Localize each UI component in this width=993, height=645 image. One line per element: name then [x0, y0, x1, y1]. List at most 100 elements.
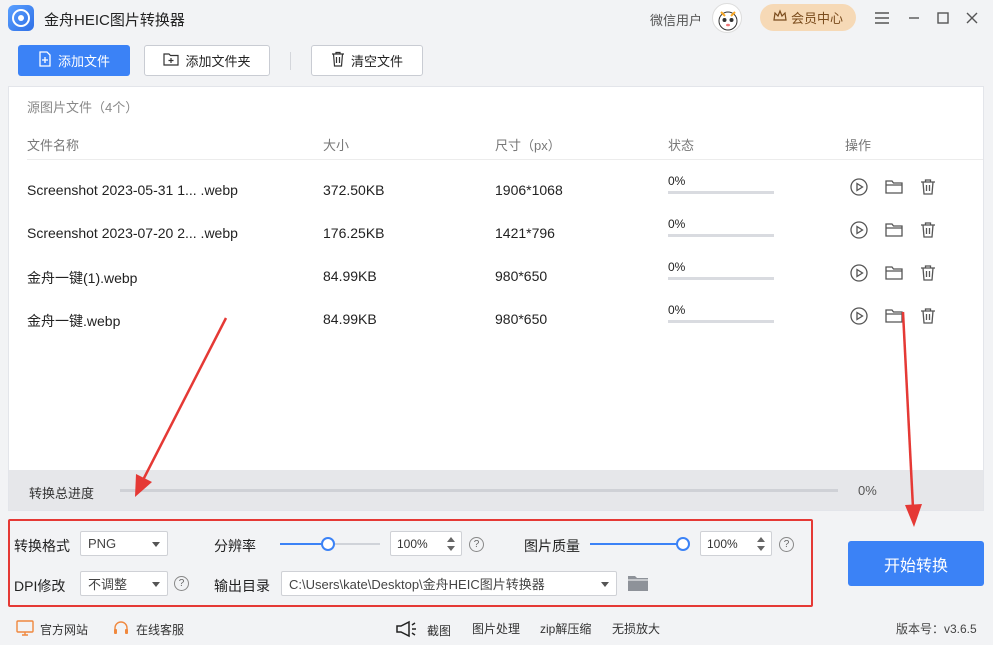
app-title: 金舟HEIC图片转换器: [44, 12, 185, 29]
play-icon[interactable]: [849, 263, 869, 283]
delete-icon[interactable]: [918, 220, 938, 240]
online-support-link[interactable]: 在线客服: [112, 620, 184, 639]
clear-files-button[interactable]: 清空文件: [311, 45, 423, 76]
file-progress-bar: [668, 234, 774, 237]
vip-center-button[interactable]: 会员中心: [760, 4, 856, 31]
output-dir-select[interactable]: C:\Users\kate\Desktop\金舟HEIC图片转换器: [281, 571, 617, 596]
decrement-icon[interactable]: [757, 546, 765, 551]
file-dimensions: 1421*796: [495, 225, 555, 241]
folder-icon[interactable]: [884, 306, 904, 326]
lossless-upscale-link[interactable]: 无损放大: [612, 620, 660, 637]
megaphone-icon: [395, 620, 417, 641]
increment-icon[interactable]: [757, 537, 765, 542]
quality-stepper[interactable]: 100%: [700, 531, 772, 556]
file-name: 金舟一键.webp: [27, 313, 121, 329]
folder-icon[interactable]: [884, 220, 904, 240]
header-divider: [27, 159, 983, 160]
table-row: 金舟一键.webp 84.99KB 980*650 0%: [9, 299, 985, 342]
quality-slider-handle[interactable]: [676, 537, 690, 551]
add-folder-icon: [163, 52, 180, 69]
format-value: PNG: [88, 536, 117, 551]
screenshot-label: 截图: [427, 624, 452, 638]
user-name[interactable]: 微信用户: [650, 10, 702, 29]
decrement-icon[interactable]: [447, 546, 455, 551]
menu-icon[interactable]: [872, 8, 892, 28]
browse-folder-icon[interactable]: [627, 573, 649, 593]
trash-icon: [331, 51, 345, 70]
file-progress-bar: [668, 277, 774, 280]
add-file-icon: [38, 51, 52, 70]
headset-icon: [112, 620, 130, 639]
chevron-down-icon: [601, 582, 609, 587]
file-progress-bar: [668, 320, 774, 323]
format-select[interactable]: PNG: [80, 531, 168, 556]
dpi-label: DPI修改: [14, 578, 66, 594]
file-dimensions: 980*650: [495, 268, 548, 284]
add-folder-label: 添加文件夹: [185, 54, 251, 69]
title-bar: 金舟HEIC图片转换器 微信用户 会员中心: [0, 0, 993, 36]
screenshot-link[interactable]: 截图: [395, 620, 451, 641]
overall-progress-label: 转换总进度: [29, 486, 95, 501]
file-list-panel: 源图片文件（4个） 文件名称 大小 尺寸（px） 状态 操作 Screensho…: [8, 86, 984, 511]
quality-help-icon[interactable]: ?: [779, 537, 794, 552]
resolution-slider-handle[interactable]: [321, 537, 335, 551]
resolution-stepper[interactable]: 100%: [390, 531, 462, 556]
file-progress-bar: [668, 191, 774, 194]
app-logo-icon: [8, 5, 34, 31]
file-name: 金舟一键(1).webp: [27, 270, 138, 286]
vip-center-label: 会员中心: [790, 11, 843, 26]
avatar[interactable]: [712, 3, 742, 33]
file-status: 0%: [668, 260, 686, 274]
overall-progress-value: 0%: [858, 483, 877, 498]
zip-decompress-link[interactable]: zip解压缩: [540, 620, 591, 637]
folder-icon[interactable]: [884, 177, 904, 197]
maximize-icon[interactable]: [933, 8, 953, 28]
play-icon[interactable]: [849, 177, 869, 197]
start-convert-button[interactable]: 开始转换: [848, 541, 984, 586]
quality-slider-fill: [590, 543, 682, 545]
file-dimensions: 980*650: [495, 311, 548, 327]
output-dir-value: C:\Users\kate\Desktop\金舟HEIC图片转换器: [289, 577, 545, 592]
overall-progress: 转换总进度 0%: [9, 470, 983, 510]
column-header-dimensions: 尺寸（px）: [495, 138, 561, 153]
official-website-link[interactable]: 官方网站: [16, 620, 88, 639]
output-dir-label: 输出目录: [214, 578, 270, 594]
online-support-label: 在线客服: [136, 623, 185, 637]
file-status: 0%: [668, 174, 686, 188]
delete-icon[interactable]: [918, 177, 938, 197]
quality-label: 图片质量: [524, 538, 580, 554]
official-website-label: 官方网站: [40, 623, 89, 637]
dpi-help-icon[interactable]: ?: [174, 576, 189, 591]
image-processing-link[interactable]: 图片处理: [472, 620, 520, 637]
column-header-size: 大小: [323, 138, 350, 153]
file-size: 372.50KB: [323, 182, 385, 198]
dpi-value: 不调整: [88, 577, 128, 592]
file-size: 84.99KB: [323, 311, 377, 327]
format-label: 转换格式: [14, 538, 70, 554]
crown-icon: [773, 9, 787, 26]
version-label: 版本号：v3.6.5: [896, 622, 977, 636]
column-header-name: 文件名称: [27, 138, 80, 153]
play-icon[interactable]: [849, 220, 869, 240]
increment-icon[interactable]: [447, 537, 455, 542]
resolution-value: 100%: [397, 536, 428, 551]
folder-icon[interactable]: [884, 263, 904, 283]
file-size: 84.99KB: [323, 268, 377, 284]
add-folder-button[interactable]: 添加文件夹: [144, 45, 270, 76]
delete-icon[interactable]: [918, 263, 938, 283]
resolution-label: 分辨率: [214, 538, 256, 554]
minimize-icon[interactable]: [904, 8, 924, 28]
resolution-help-icon[interactable]: ?: [469, 537, 484, 552]
column-header-status: 状态: [668, 138, 695, 153]
file-size: 176.25KB: [323, 225, 385, 241]
delete-icon[interactable]: [918, 306, 938, 326]
add-file-button[interactable]: 添加文件: [18, 45, 130, 76]
play-icon[interactable]: [849, 306, 869, 326]
file-status: 0%: [668, 217, 686, 231]
table-row: Screenshot 2023-07-20 2... .webp 176.25K…: [9, 213, 985, 256]
add-file-label: 添加文件: [57, 54, 110, 69]
file-name: Screenshot 2023-07-20 2... .webp: [27, 225, 238, 241]
file-dimensions: 1906*1068: [495, 182, 563, 198]
close-icon[interactable]: [962, 8, 982, 28]
dpi-select[interactable]: 不调整: [80, 571, 168, 596]
